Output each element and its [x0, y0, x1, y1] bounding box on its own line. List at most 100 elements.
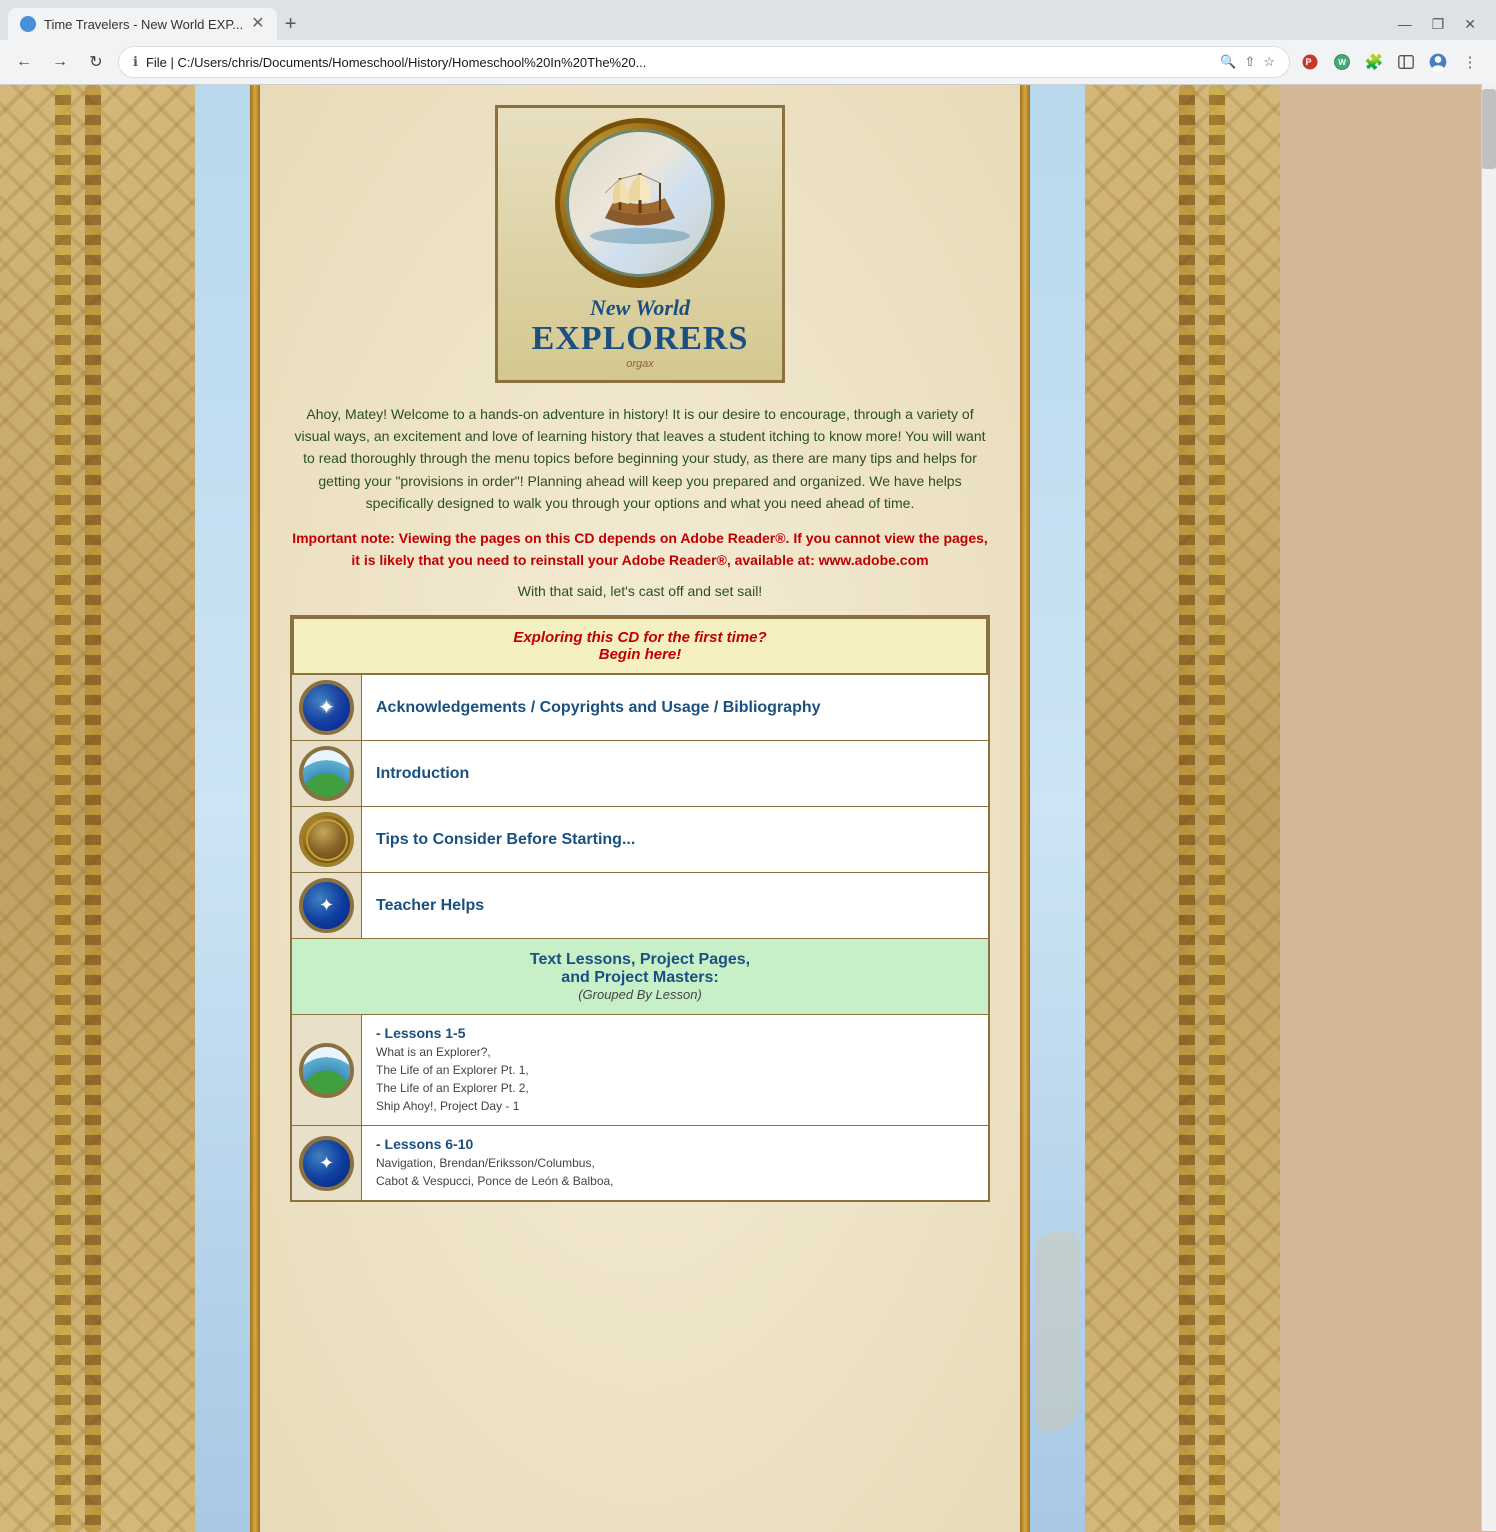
title-new-world: New World — [508, 296, 772, 320]
nav-text-teacher[interactable]: Teacher Helps — [362, 873, 988, 938]
tab-bar: Time Travelers - New World EXP... ✕ + — … — [0, 0, 1496, 40]
right-rope-panel — [1020, 85, 1280, 1532]
pinterest-icon[interactable]: P — [1298, 50, 1322, 74]
title-subtitle: orgax — [508, 358, 772, 370]
lock-icon: ℹ — [133, 54, 138, 70]
nav-icon-lessons-1-5 — [292, 1015, 362, 1125]
lessons-section-header: Text Lessons, Project Pages, and Project… — [292, 939, 988, 1015]
left-rope-panel — [0, 85, 260, 1532]
nav-link-teacher[interactable]: Teacher Helps — [376, 897, 484, 915]
nav-row-lessons-6-10[interactable]: ✦ - Lessons 6-10 Navigation, Brendan/Eri… — [292, 1126, 988, 1200]
hero-image-container: New World EXPLORERS orgax — [495, 105, 785, 383]
nav-row-tips[interactable]: Tips to Consider Before Starting... — [292, 807, 988, 873]
first-time-header-row: Exploring this CD for the first time?Beg… — [292, 617, 988, 675]
right-blue-strip — [1030, 85, 1085, 1532]
porthole-icon-blue: ✦ — [299, 680, 354, 735]
minimize-icon[interactable]: — — [1398, 16, 1412, 33]
lessons-header-line1: Text Lessons, Project Pages, and Project… — [530, 951, 750, 986]
compass-inner — [566, 129, 714, 277]
tab-title: Time Travelers - New World EXP... — [44, 17, 243, 32]
nav-link-introduction[interactable]: Introduction — [376, 765, 469, 783]
browser-chrome: Time Travelers - New World EXP... ✕ + — … — [0, 0, 1496, 85]
reload-button[interactable]: ↻ — [82, 48, 110, 76]
stars-icon-3: ✦ — [319, 1153, 334, 1174]
nav-row-teacher[interactable]: ✦ Teacher Helps — [292, 873, 988, 939]
nav-row-acknowledgements[interactable]: ✦ Acknowledgements / Copyrights and Usag… — [292, 675, 988, 741]
nav-row-lessons-1-5[interactable]: - Lessons 1-5 What is an Explorer?, The … — [292, 1015, 988, 1126]
lesson-sub-4: Ship Ahoy!, Project Day - 1 — [376, 1099, 519, 1113]
main-content: New World EXPLORERS orgax Ahoy, Matey! W… — [260, 85, 1020, 1232]
address-bar[interactable]: ℹ File | C:/Users/chris/Documents/Homesc… — [118, 46, 1290, 78]
nav-link-lessons-1-5[interactable]: - Lessons 1-5 — [376, 1025, 465, 1041]
page-title-container: New World EXPLORERS orgax — [508, 296, 772, 370]
address-bar-row: ← → ↻ ℹ File | C:/Users/chris/Documents/… — [0, 40, 1496, 84]
forward-button[interactable]: → — [46, 48, 74, 76]
rope-decoration-1 — [55, 85, 71, 1532]
main-content-area: New World EXPLORERS orgax Ahoy, Matey! W… — [260, 85, 1020, 1532]
important-note: Important note: Viewing the pages on thi… — [290, 527, 990, 572]
lesson-sub-3: The Life of an Explorer Pt. 2, — [376, 1081, 529, 1095]
porthole-icon-blue-3: ✦ — [299, 1136, 354, 1191]
title-explorers: EXPLORERS — [508, 320, 772, 357]
ship-svg — [585, 158, 695, 248]
rope-decoration-4 — [1179, 85, 1195, 1532]
tab-favicon — [20, 16, 36, 32]
right-gold-bar — [1020, 85, 1030, 1532]
nav-link-acknowledgements[interactable]: Acknowledgements / Copyrights and Usage … — [376, 699, 821, 717]
stars-icon: ✦ — [318, 695, 335, 720]
extension-icon-1[interactable]: W — [1330, 50, 1354, 74]
nav-text-lessons-1-5[interactable]: - Lessons 1-5 What is an Explorer?, The … — [362, 1015, 988, 1125]
nav-row-introduction[interactable]: Introduction — [292, 741, 988, 807]
svg-text:W: W — [1338, 58, 1346, 67]
lesson-sub-6: Cabot & Vespucci, Ponce de León & Balboa… — [376, 1174, 614, 1188]
scrollbar-thumb[interactable] — [1482, 89, 1496, 169]
restore-icon[interactable]: ❐ — [1432, 16, 1445, 33]
close-icon[interactable]: ✕ — [1464, 16, 1476, 33]
compass-outer — [555, 118, 725, 288]
puzzle-icon[interactable]: 🧩 — [1362, 50, 1386, 74]
nav-text-acknowledgements[interactable]: Acknowledgements / Copyrights and Usage … — [362, 675, 988, 740]
nav-icon-acknowledgements: ✦ — [292, 675, 362, 740]
sidebar-icon[interactable] — [1394, 50, 1418, 74]
new-tab-button[interactable]: + — [277, 10, 305, 38]
left-blue-strip — [195, 85, 250, 1532]
nav-icon-tips — [292, 807, 362, 872]
menu-icon[interactable]: ⋮ — [1458, 50, 1482, 74]
rope-decoration-2 — [85, 85, 101, 1532]
lessons-sub-text: (Grouped By Lesson) — [304, 987, 976, 1002]
cast-off-text: With that said, let's cast off and set s… — [518, 583, 762, 599]
nav-text-introduction[interactable]: Introduction — [362, 741, 988, 806]
nav-text-lessons-6-10[interactable]: - Lessons 6-10 Navigation, Brendan/Eriks… — [362, 1126, 988, 1200]
share-icon: ⇧ — [1244, 54, 1255, 70]
back-button[interactable]: ← — [10, 48, 38, 76]
lessons-header-text: Text Lessons, Project Pages, and Project… — [304, 951, 976, 987]
lesson-sub-1: What is an Explorer?, — [376, 1045, 491, 1059]
gold-porthole-inner — [306, 819, 348, 861]
nav-icon-teacher: ✦ — [292, 873, 362, 938]
lesson-sub-5: Navigation, Brendan/Eriksson/Columbus, — [376, 1156, 595, 1170]
search-icon: 🔍 — [1220, 54, 1236, 70]
porthole-icon-landscape — [299, 746, 354, 801]
nav-icon-introduction — [292, 741, 362, 806]
first-time-header-text: Exploring this CD for the first time?Beg… — [294, 619, 986, 673]
svg-text:P: P — [1306, 57, 1312, 67]
lessons-6-10-sub: Navigation, Brendan/Eriksson/Columbus, C… — [376, 1154, 614, 1190]
nav-text-tips[interactable]: Tips to Consider Before Starting... — [362, 807, 988, 872]
browser-tab[interactable]: Time Travelers - New World EXP... ✕ — [8, 8, 277, 40]
page-layout: New World EXPLORERS orgax Ahoy, Matey! W… — [0, 85, 1496, 1532]
porthole-icon-gold — [299, 812, 354, 867]
nav-link-lessons-6-10[interactable]: - Lessons 6-10 — [376, 1136, 473, 1152]
nav-link-tips[interactable]: Tips to Consider Before Starting... — [376, 831, 635, 849]
porthole-icon-blue-2: ✦ — [299, 878, 354, 933]
profile-icon[interactable] — [1426, 50, 1450, 74]
scrollbar[interactable] — [1481, 84, 1496, 1531]
bookmark-icon: ☆ — [1263, 54, 1275, 70]
rope-decoration-3 — [1209, 85, 1225, 1532]
porthole-icon-landscape-2 — [299, 1043, 354, 1098]
lessons-1-5-sub: What is an Explorer?, The Life of an Exp… — [376, 1043, 529, 1115]
nav-icon-lessons-6-10: ✦ — [292, 1126, 362, 1200]
stars-icon-2: ✦ — [319, 895, 334, 916]
tab-close-button[interactable]: ✕ — [251, 16, 264, 32]
left-gold-bar — [250, 85, 260, 1532]
toolbar-icons: P W 🧩 ⋮ — [1298, 50, 1486, 74]
